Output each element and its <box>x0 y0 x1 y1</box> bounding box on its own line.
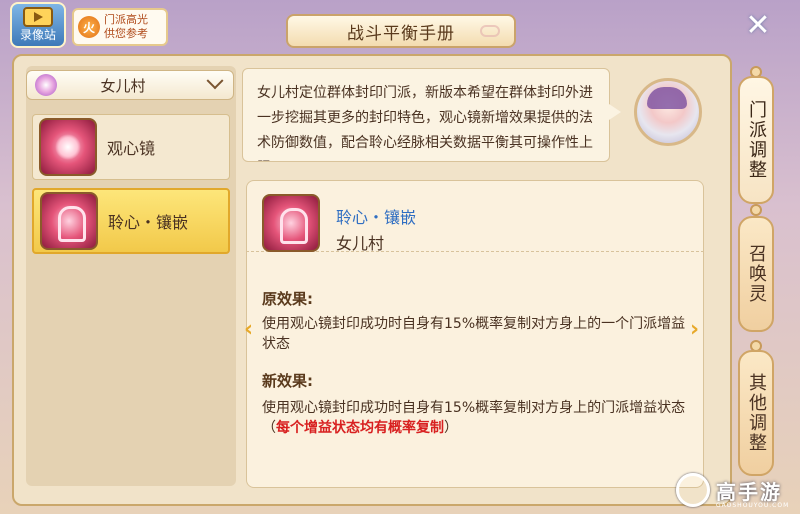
new-effect-text: 使用观心镜封印成功时自身有15%概率复制对方身上的门派增益状态（每个增益状态均有… <box>262 398 692 438</box>
cloud-ornament-icon <box>480 25 500 37</box>
skill-item-label: 观心镜 <box>107 139 156 158</box>
detail-skill-name: 聆心・镶嵌 <box>336 208 417 227</box>
record-station-label: 录像站 <box>19 28 56 42</box>
tab-sect-adjust[interactable]: 门派调整 <box>738 76 774 204</box>
sect-select-dropdown[interactable]: 女儿村 <box>26 70 234 100</box>
sect-description: 女儿村定位群体封印门派，新版本希望在群体封印外进一步挖掘其更多的封印特色，观心镜… <box>242 68 610 162</box>
flame-icon: 火 <box>78 16 100 38</box>
skill-item-label: 聆心・镶嵌 <box>108 213 189 232</box>
bubble-tail <box>609 104 621 120</box>
next-arrow-button[interactable]: › <box>690 318 704 342</box>
page-title: 战斗平衡手册 <box>347 23 455 44</box>
old-effect-title: 原效果: <box>262 290 313 308</box>
tip-line-2: 供您参考 <box>104 27 148 40</box>
npc-avatar <box>634 78 702 146</box>
lyre-icon <box>40 192 98 250</box>
sect-emblem-icon <box>35 74 57 96</box>
page-title-bar: 战斗平衡手册 <box>286 14 516 48</box>
new-effect-end: ） <box>444 420 458 436</box>
detail-skill-icon-wrap <box>262 194 320 252</box>
tab-other-adjust[interactable]: 其他调整 <box>738 350 774 476</box>
watermark-url: GAOSHOUYOU.COM <box>716 502 790 509</box>
video-camera-icon <box>23 7 53 27</box>
site-logo-icon <box>676 473 710 507</box>
sect-highlight-tip-button[interactable]: 火 门派高光 供您参考 <box>72 8 168 46</box>
watermark-text: 高手游 <box>716 479 782 504</box>
lyre-icon <box>262 194 320 252</box>
close-button[interactable]: ✕ <box>740 8 776 44</box>
skill-item-lyre-inlay[interactable]: 聆心・镶嵌 <box>32 188 230 254</box>
new-effect-highlight: 每个增益状态均有概率复制 <box>276 420 444 436</box>
old-effect-text: 使用观心镜封印成功时自身有15%概率复制对方身上的一个门派增益状态 <box>262 316 686 352</box>
detail-sect-name: 女儿村 <box>336 234 385 253</box>
new-effect-title: 新效果: <box>262 372 313 390</box>
record-station-button[interactable]: 录像站 <box>10 2 66 48</box>
sect-select-value: 女儿村 <box>100 76 146 95</box>
prev-arrow-button[interactable]: ‹ <box>244 318 258 342</box>
tab-pin <box>750 204 762 216</box>
skill-item-mirror[interactable]: 观心镜 <box>32 114 230 180</box>
mirror-icon <box>39 118 97 176</box>
chevron-down-icon <box>206 72 224 90</box>
tab-summon[interactable]: 召唤灵 <box>738 216 774 332</box>
site-watermark: 高手游 GAOSHOUYOU.COM <box>676 470 796 510</box>
tip-line-1: 门派高光 <box>104 13 148 26</box>
sect-highlight-tip-text: 门派高光 供您参考 <box>104 13 148 41</box>
